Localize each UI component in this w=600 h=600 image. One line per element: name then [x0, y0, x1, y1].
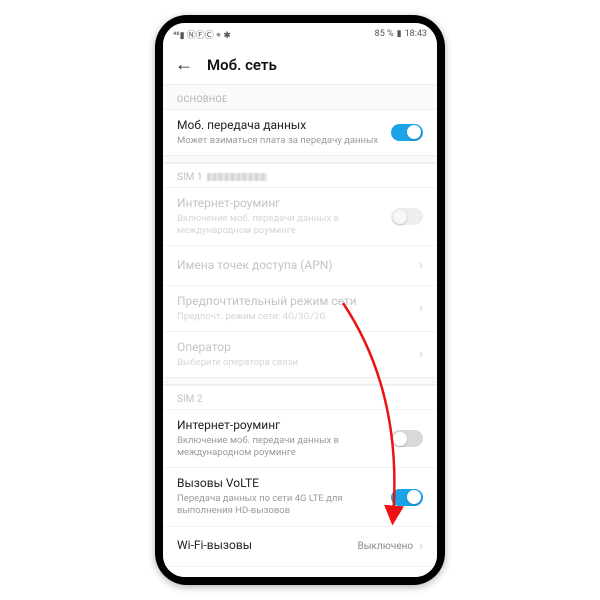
- chevron-right-icon: ›: [419, 539, 423, 554]
- sim1-roaming-row: Интернет-роуминг Включение моб. передачи…: [163, 187, 437, 245]
- sim1-apn-title: Имена точек доступа (APN): [177, 258, 413, 274]
- chevron-right-icon: ›: [419, 258, 423, 273]
- card-main: Моб. передача данных Может взиматься пла…: [163, 109, 437, 156]
- sim1-operator-title: Оператор: [177, 340, 413, 356]
- page-title: Моб. сеть: [207, 56, 277, 74]
- sim1-label: SIM 1: [163, 163, 437, 187]
- settings-content[interactable]: ОСНОВНОЕ Моб. передача данных Может взим…: [163, 85, 437, 577]
- status-bar: ⁴⁶▮ ⓃⒻⒸ ⌖ ✱ 85 % ▮ 18:43: [163, 23, 437, 45]
- sim2-roaming-sub: Включение моб. передачи данных в междуна…: [177, 435, 391, 460]
- sim2-roaming-title: Интернет-роуминг: [177, 418, 391, 434]
- sim2-wificall-value: Выключено: [358, 541, 414, 552]
- sim1-operator-sub: Выберите оператора связи: [177, 357, 413, 369]
- clock: 18:43: [405, 29, 427, 39]
- sim1-roaming-title: Интернет-роуминг: [177, 196, 391, 212]
- sim1-blurred-name: [207, 173, 267, 181]
- sim1-mode-title: Предпочтительный режим сети: [177, 294, 413, 310]
- chevron-right-icon: ›: [419, 347, 423, 362]
- sim1-apn-row: Имена точек доступа (APN) ›: [163, 245, 437, 285]
- sim1-roaming-sub: Включение моб. передачи данных в междуна…: [177, 213, 391, 238]
- chevron-right-icon: ›: [419, 301, 423, 316]
- battery-percent: 85 %: [375, 29, 394, 39]
- sim2-apn-row[interactable]: Имена точек доступа (APN) ›: [163, 566, 437, 577]
- section-main-label: ОСНОВНОЕ: [163, 85, 437, 109]
- sim2-volte-row[interactable]: Вызовы VoLTE Передача данных по сети 4G …: [163, 467, 437, 525]
- sim2-wificall-title: Wi-Fi-вызовы: [177, 538, 352, 554]
- status-left-icons: ⁴⁶▮ ⓃⒻⒸ ⌖ ✱: [173, 28, 231, 41]
- sim1-mode-sub: Предпочт. режим сети: 4G/3G/2G: [177, 311, 413, 323]
- sim2-label: SIM 2: [163, 385, 437, 409]
- mobile-data-title: Моб. передача данных: [177, 118, 391, 134]
- sim2-volte-title: Вызовы VoLTE: [177, 476, 391, 492]
- sim2-volte-toggle[interactable]: [391, 489, 423, 506]
- row-mobile-data[interactable]: Моб. передача данных Может взиматься пла…: [163, 110, 437, 155]
- sim2-volte-sub: Передача данных по сети 4G LTE для выпол…: [177, 493, 391, 518]
- battery-icon: ▮: [397, 29, 402, 39]
- mobile-data-toggle[interactable]: [391, 124, 423, 141]
- card-sim1: SIM 1 Интернет-роуминг Включение моб. пе…: [163, 162, 437, 378]
- card-sim2: SIM 2 Интернет-роуминг Включение моб. пе…: [163, 384, 437, 577]
- sim1-mode-row: Предпочтительный режим сети Предпочт. ре…: [163, 285, 437, 331]
- phone-frame: ⁴⁶▮ ⓃⒻⒸ ⌖ ✱ 85 % ▮ 18:43 ← Моб. сеть ОСН…: [155, 15, 445, 585]
- screen: ⁴⁶▮ ⓃⒻⒸ ⌖ ✱ 85 % ▮ 18:43 ← Моб. сеть ОСН…: [163, 23, 437, 577]
- sim2-wificall-row[interactable]: Wi-Fi-вызовы Выключено ›: [163, 526, 437, 566]
- back-icon[interactable]: ←: [175, 54, 193, 75]
- sim1-operator-row: Оператор Выберите оператора связи ›: [163, 331, 437, 377]
- sim2-roaming-row[interactable]: Интернет-роуминг Включение моб. передачи…: [163, 409, 437, 467]
- mobile-data-sub: Может взиматься плата за передачу данных: [177, 135, 391, 147]
- app-header: ← Моб. сеть: [163, 45, 437, 85]
- sim2-roaming-toggle[interactable]: [391, 430, 423, 447]
- sim1-roaming-toggle: [391, 208, 423, 225]
